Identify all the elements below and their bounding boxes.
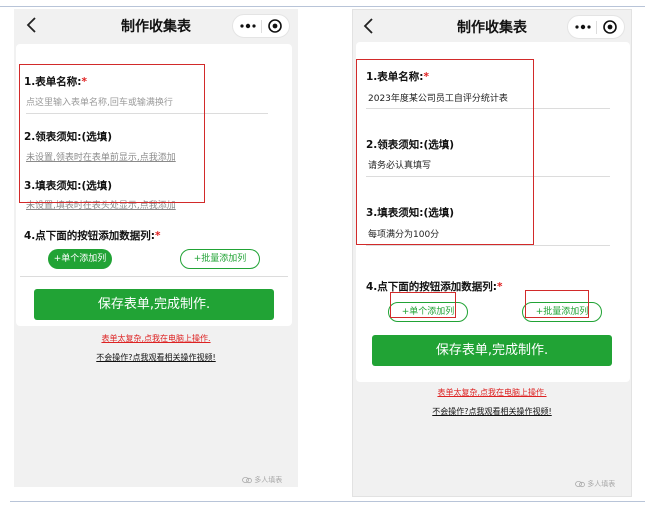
section-divider	[20, 276, 288, 277]
watermark-text: 多人填表	[254, 476, 283, 484]
save-form-button[interactable]: 保存表单,完成制作.	[372, 335, 612, 366]
nav-bar: 制作收集表	[14, 9, 298, 43]
annotation-box-single-button	[390, 292, 456, 318]
capsule-separator	[596, 21, 597, 34]
add-columns-label: 4.点下面的按钮添加数据列:*	[24, 230, 161, 242]
watermark-logo-icon	[242, 477, 252, 484]
target-circle-icon[interactable]	[602, 19, 618, 35]
capsule-menu	[567, 15, 625, 39]
target-circle-icon[interactable]	[267, 18, 283, 34]
input-underline	[366, 245, 610, 246]
top-divider	[0, 6, 645, 7]
annotation-box-fields	[19, 64, 205, 203]
pc-operate-link[interactable]: 表单太复杂,点我在电脑上操作.	[14, 333, 298, 344]
capsule-separator	[261, 20, 262, 33]
help-video-link[interactable]: 不会操作?点我观看相关操作视频!	[14, 352, 298, 363]
more-dots-icon[interactable]	[239, 19, 257, 33]
help-video-link[interactable]: 不会操作?点我观看相关操作视频!	[353, 406, 631, 417]
annotation-box-fields	[356, 59, 534, 245]
watermark: 多人填表	[242, 475, 282, 485]
more-dots-icon[interactable]	[574, 20, 592, 34]
nav-bar: 制作收集表	[353, 10, 631, 44]
add-single-column-button[interactable]: +单个添加列	[48, 249, 112, 269]
watermark: 多人填表	[575, 479, 615, 489]
bottom-divider	[10, 501, 645, 502]
capsule-menu	[232, 14, 290, 38]
save-form-button[interactable]: 保存表单,完成制作.	[34, 289, 274, 320]
pc-operate-link[interactable]: 表单太复杂,点我在电脑上操作.	[353, 387, 631, 398]
annotation-box-batch-button	[525, 290, 589, 318]
add-batch-column-button[interactable]: +批量添加列	[180, 249, 260, 269]
watermark-text: 多人填表	[587, 480, 616, 488]
watermark-logo-icon	[575, 481, 585, 488]
